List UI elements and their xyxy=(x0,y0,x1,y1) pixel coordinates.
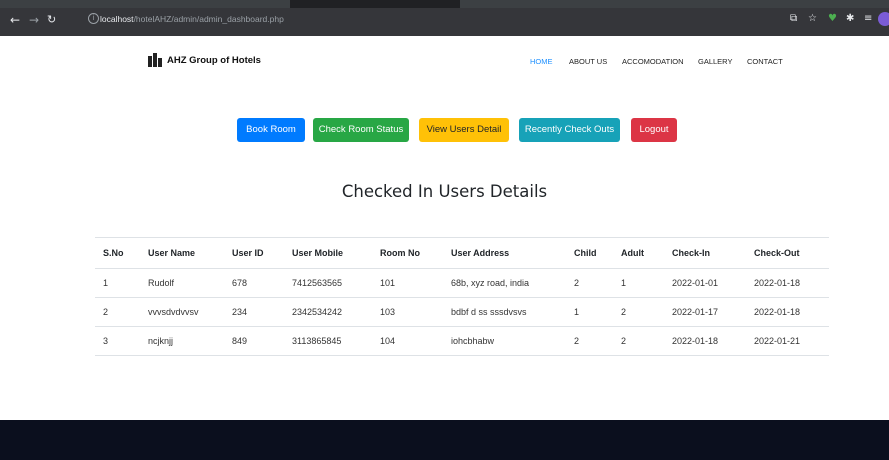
table-row: 2 vvvsdvdvvsv 234 2342534242 103 bdbf d … xyxy=(95,297,829,327)
site-info-icon[interactable]: i xyxy=(88,13,99,24)
browser-chrome: ← → ↻ i localhost/hotelAHZ/admin/admin_d… xyxy=(0,0,889,36)
view-users-detail-button[interactable]: View Users Detail xyxy=(419,118,509,142)
table-cell: 1 xyxy=(95,268,140,298)
table-cell: 2022-01-17 xyxy=(664,297,746,327)
column-header: Check-In xyxy=(664,237,746,269)
table-cell: 2022-01-18 xyxy=(664,326,746,356)
hotel-building-icon xyxy=(148,53,162,67)
book-room-button[interactable]: Book Room xyxy=(237,118,305,142)
table-cell: 7412563565 xyxy=(284,268,372,298)
profile-avatar[interactable] xyxy=(878,12,889,26)
table-cell: 2022-01-21 xyxy=(746,326,829,356)
check-room-status-button[interactable]: Check Room Status xyxy=(313,118,409,142)
table-cell: vvvsdvdvvsv xyxy=(140,297,224,327)
table-cell: 849 xyxy=(224,326,284,356)
table-cell: 2 xyxy=(613,297,664,327)
column-header: S.No xyxy=(95,237,140,269)
url-field[interactable]: localhost/hotelAHZ/admin/admin_dashboard… xyxy=(100,14,284,24)
table-cell: iohcbhabw xyxy=(443,326,566,356)
reload-icon[interactable]: ↻ xyxy=(47,13,56,27)
table-row: 3 ncjknjj 849 3113865845 104 iohcbhabw 2… xyxy=(95,326,829,356)
nav-about-us[interactable]: ABOUT US xyxy=(569,57,607,66)
star-icon[interactable]: ☆ xyxy=(808,13,817,25)
table-cell: 3113865845 xyxy=(284,326,372,356)
table-cell: ncjknjj xyxy=(140,326,224,356)
nav-gallery[interactable]: GALLERY xyxy=(698,57,732,66)
table-cell: 3 xyxy=(95,326,140,356)
table-cell: 678 xyxy=(224,268,284,298)
nav-home[interactable]: HOME xyxy=(530,57,553,66)
table-cell: 2022-01-18 xyxy=(746,268,829,298)
table-cell: 2022-01-18 xyxy=(746,297,829,327)
table-cell: Rudolf xyxy=(140,268,224,298)
table-row: 1 Rudolf 678 7412563565 101 68b, xyz roa… xyxy=(95,268,829,298)
table-cell: 101 xyxy=(372,268,443,298)
shield-extension-icon[interactable]: ♥ xyxy=(828,13,837,25)
table-cell: 2 xyxy=(95,297,140,327)
column-header: User Mobile xyxy=(284,237,372,269)
table-cell: 104 xyxy=(372,326,443,356)
table-cell: 2 xyxy=(566,268,613,298)
column-header: Adult xyxy=(613,237,664,269)
table-cell: bdbf d ss sssdvsvs xyxy=(443,297,566,327)
logout-button[interactable]: Logout xyxy=(631,118,677,142)
site-logo[interactable]: AHZ Group of Hotels xyxy=(148,52,261,68)
table-cell: 2022-01-01 xyxy=(664,268,746,298)
reading-list-icon[interactable]: ≡ xyxy=(864,13,872,25)
recently-check-outs-button[interactable]: Recently Check Outs xyxy=(519,118,620,142)
url-host: localhost xyxy=(100,14,134,24)
column-header: User Name xyxy=(140,237,224,269)
table-cell: 68b, xyz road, india xyxy=(443,268,566,298)
logo-text: AHZ Group of Hotels xyxy=(167,54,261,66)
active-tab[interactable] xyxy=(290,0,460,8)
table-cell: 234 xyxy=(224,297,284,327)
url-path: /hotelAHZ/admin/admin_dashboard.php xyxy=(133,14,284,24)
nav-contact[interactable]: CONTACT xyxy=(747,57,783,66)
column-header: User ID xyxy=(224,237,284,269)
back-icon[interactable]: ← xyxy=(10,13,20,27)
table-cell: 1 xyxy=(566,297,613,327)
table-header-row: S.No User Name User ID User Mobile Room … xyxy=(95,237,829,269)
table-cell: 2342534242 xyxy=(284,297,372,327)
page-title: Checked In Users Details xyxy=(341,182,548,201)
table-cell: 2 xyxy=(566,326,613,356)
column-header: User Address xyxy=(443,237,566,269)
extensions-icon[interactable]: ✱ xyxy=(846,13,854,25)
table-cell: 2 xyxy=(613,326,664,356)
column-header: Room No xyxy=(372,237,443,269)
page-footer xyxy=(0,420,889,460)
column-header: Check-Out xyxy=(746,237,829,269)
checked-in-users-table: S.No User Name User ID User Mobile Room … xyxy=(95,237,829,356)
table-cell: 103 xyxy=(372,297,443,327)
forward-icon[interactable]: → xyxy=(29,13,39,27)
share-icon[interactable]: ⧉ xyxy=(790,13,797,25)
nav-accomodation[interactable]: ACCOMODATION xyxy=(622,57,684,66)
column-header: Child xyxy=(566,237,613,269)
table-cell: 1 xyxy=(613,268,664,298)
